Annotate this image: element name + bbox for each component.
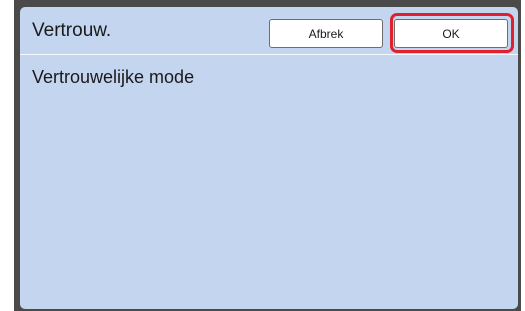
mode-label: Vertrouwelijke mode: [32, 67, 195, 87]
dialog-title: Vertrouw.: [32, 20, 112, 41]
ok-button[interactable]: OK: [394, 19, 508, 48]
header-divider: [20, 54, 518, 55]
cancel-button[interactable]: Afbrek: [269, 19, 383, 48]
dialog-panel: Vertrouw. Afbrek OK Vertrouwelijke mode: [20, 7, 518, 309]
